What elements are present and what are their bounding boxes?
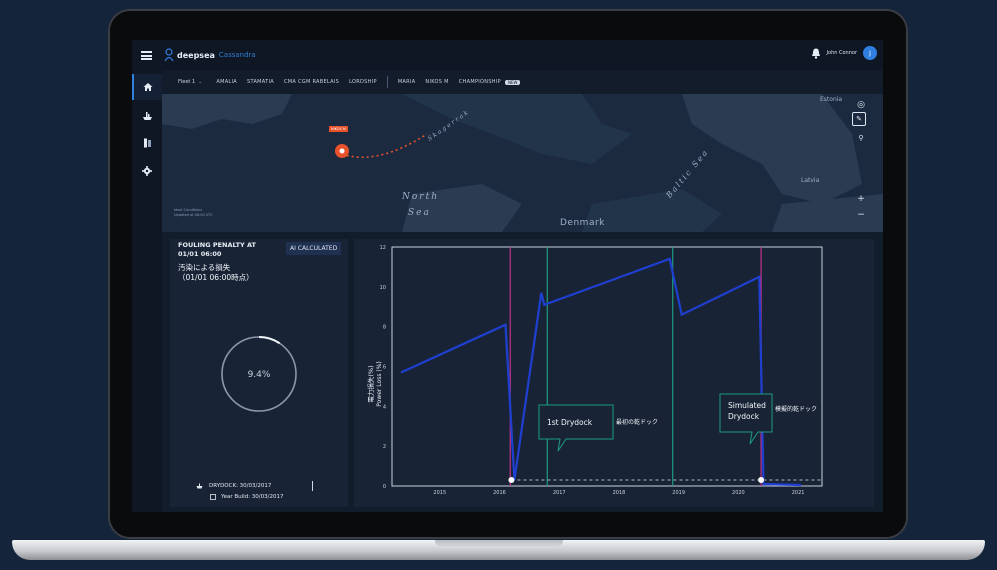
tab-championship[interactable]: CHAMPIONSHIP (459, 79, 501, 85)
power-loss-chart: 1st Drydock 最初の乾ドック Simulated Drydock 模擬的乾ドッ… (366, 245, 823, 496)
first-drydock-label: 1st Drydock (547, 418, 593, 427)
ai-calculated-badge: AI CALCULATED (286, 242, 342, 255)
x-tick-label: 2021 (792, 490, 805, 496)
drydock-marker (758, 477, 765, 484)
weather-layer-icon[interactable]: ◎ (854, 98, 868, 112)
drydock-row: DRYDOCK: 30/03/2017 (196, 483, 271, 489)
first-drydock-label-jp: 最初の乾ドック (616, 418, 658, 426)
y-tick-label: 8 (383, 325, 386, 331)
ship-icon (196, 483, 203, 489)
tab-stamatia[interactable]: STAMATIA (247, 79, 274, 85)
sidebar-item-home[interactable] (132, 74, 162, 100)
y-tick-label: 2 (383, 444, 386, 450)
simulated-drydock-label: Drydock (728, 412, 760, 421)
tab-amalia[interactable]: AMALIA (216, 79, 237, 85)
tab-divider (386, 76, 388, 88)
y-tick-label: 12 (380, 245, 386, 251)
drydock-date: DRYDOCK: 30/03/2017 (209, 483, 272, 489)
y-axis-label: Power Loss (%) (376, 361, 383, 407)
map-label-denmark: Denmark (560, 218, 605, 228)
drydock-marker (508, 477, 515, 484)
tab-lordship[interactable]: LORDSHIP (349, 79, 377, 85)
y-tick-label: 6 (383, 365, 386, 371)
vessel-tabs: Fleet 1 ⌄ AMALIA STAMATIA CMA CGM RABELA… (162, 70, 883, 94)
simulated-drydock-label-jp: 模擬的乾ドック (775, 405, 817, 413)
sidebar (132, 70, 162, 512)
tab-nikos-m[interactable]: NIKOS M (425, 79, 448, 85)
x-tick-label: 2016 (493, 490, 506, 496)
fleet-select[interactable]: Fleet 1 ⌄ (178, 79, 202, 85)
user-name[interactable]: John Connor (827, 50, 857, 56)
sidebar-item-vessels[interactable] (132, 103, 162, 129)
zoom-out-icon[interactable]: − (854, 208, 868, 222)
gear-icon (142, 166, 152, 176)
top-bar: deepsea Cassandra John Connor J (132, 40, 883, 70)
first-drydock-callout (538, 404, 614, 452)
y-tick-label: 10 (380, 285, 386, 291)
vessel-tag[interactable]: NIKOS M (329, 126, 348, 132)
brand-product: Cassandra (218, 51, 256, 59)
map-update-info: Ideal Conditions Updated at 06:00 UTC (174, 208, 213, 218)
new-badge: NEW (504, 79, 521, 85)
map-label-latvia: Latvia (801, 177, 820, 184)
simulated-drydock-label: Simulated (728, 401, 766, 410)
fouling-panel: FOULING PENALTY AT 01/01 06:00 汚染による損失 （… (170, 239, 348, 507)
x-tick-label: 2017 (553, 490, 566, 496)
fouling-title-jp-line2: （01/01 06:00時点） (178, 273, 254, 282)
fouling-title-jp: 汚染による損失 （01/01 06:00時点） (178, 263, 254, 283)
sidebar-item-settings[interactable] (132, 158, 162, 184)
power-loss-chart-panel: 1st Drydock 最初の乾ドック Simulated Drydock 模擬的乾ドッ… (354, 239, 874, 507)
map-label-estonia: Estonia (820, 96, 843, 103)
home-icon (143, 83, 153, 91)
fouling-title-line2: 01/01 06:00 (178, 250, 222, 258)
y-tick-label: 4 (383, 404, 386, 410)
zoom-in-icon[interactable]: + (854, 192, 868, 206)
map-label-sea: Sea (408, 208, 431, 218)
x-tick-label: 2019 (672, 490, 685, 496)
app-screen: deepsea Cassandra John Connor J Fleet 1 … (132, 40, 883, 512)
ship-icon (142, 112, 152, 120)
document-icon (143, 138, 151, 148)
leaf-layer-icon[interactable]: ✎ (852, 112, 866, 126)
map-label-north: North (402, 192, 440, 202)
tab-maria[interactable]: MARIA (398, 79, 416, 85)
map[interactable]: NIKOS M North Sea Skagerrak Baltic Sea D… (162, 94, 883, 232)
fouling-gauge: 9.4% (221, 336, 297, 412)
map-land-shapes (162, 94, 883, 232)
sidebar-item-reports[interactable] (132, 130, 162, 156)
calendar-icon (210, 494, 216, 500)
year-build-date: Year Build: 30/03/2017 (221, 494, 284, 500)
x-tick-label: 2020 (732, 490, 745, 496)
x-tick-label: 2018 (613, 490, 626, 496)
tab-cma-cgm-rabelais[interactable]: CMA CGM RABELAIS (284, 79, 339, 85)
y-axis-label-jp: 電力損失(%) (366, 365, 375, 402)
fouling-gauge-fill (258, 336, 281, 345)
laptop-notch (435, 540, 563, 548)
brand-name: deepsea (177, 50, 215, 60)
map-updated-at: Updated at 06:00 UTC (174, 213, 213, 217)
bell-icon[interactable] (811, 48, 821, 59)
chevron-down-icon: ⌄ (198, 79, 203, 85)
divider (312, 481, 313, 491)
x-tick-label: 2015 (433, 490, 446, 496)
power-loss-line (400, 257, 802, 487)
fleet-select-value: Fleet 1 (178, 79, 196, 85)
avatar[interactable]: J (863, 46, 877, 60)
deepsea-logo-icon (164, 48, 174, 62)
fouling-title-line1: FOULING PENALTY AT (178, 241, 256, 249)
person-layer-icon[interactable]: ⚲ (854, 131, 868, 145)
fouling-value: 9.4% (248, 370, 271, 380)
year-build-row: Year Build: 30/03/2017 (210, 494, 284, 500)
fouling-title-jp-line1: 汚染による損失 (178, 263, 231, 272)
fouling-title: FOULING PENALTY AT 01/01 06:00 (178, 241, 256, 259)
menu-icon[interactable] (141, 50, 152, 60)
y-tick-label: 0 (383, 484, 386, 490)
